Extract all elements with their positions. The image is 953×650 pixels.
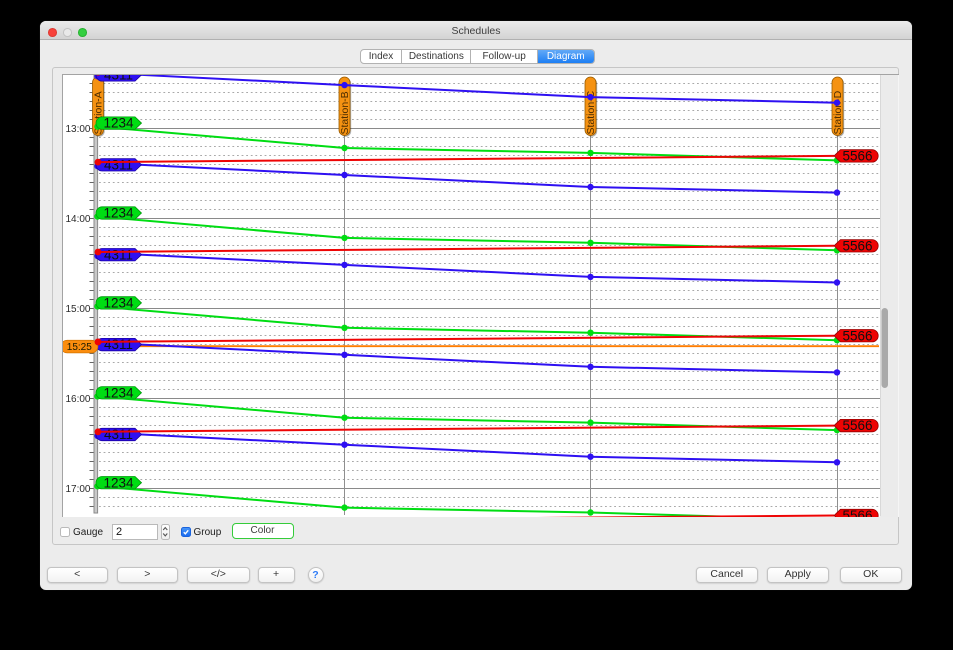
svg-text:1234: 1234 — [103, 295, 134, 310]
svg-text:1234: 1234 — [103, 475, 134, 490]
svg-text:1234: 1234 — [103, 205, 134, 220]
svg-text:16:00: 16:00 — [65, 393, 90, 404]
svg-text:5566: 5566 — [842, 238, 872, 253]
svg-text:13:00: 13:00 — [65, 124, 90, 135]
svg-text:15:00: 15:00 — [65, 304, 90, 315]
svg-text:5566: 5566 — [842, 508, 872, 517]
svg-text:17:00: 17:00 — [65, 483, 90, 494]
svg-text:4311: 4311 — [103, 247, 132, 262]
svg-text:14:00: 14:00 — [65, 214, 90, 225]
svg-text:4311: 4311 — [103, 75, 132, 83]
svg-text:5566: 5566 — [842, 328, 872, 343]
svg-text:15:25: 15:25 — [66, 342, 91, 353]
svg-text:4311: 4311 — [103, 337, 132, 352]
svg-text:1234: 1234 — [103, 115, 134, 130]
svg-text:5566: 5566 — [842, 148, 872, 163]
svg-text:4311: 4311 — [103, 427, 132, 442]
svg-text:Station-D: Station-D — [832, 90, 844, 134]
svg-text:Station-B: Station-B — [339, 91, 351, 134]
svg-text:5566: 5566 — [842, 418, 872, 433]
svg-text:4311: 4311 — [103, 157, 132, 172]
svg-text:1234: 1234 — [103, 385, 134, 400]
